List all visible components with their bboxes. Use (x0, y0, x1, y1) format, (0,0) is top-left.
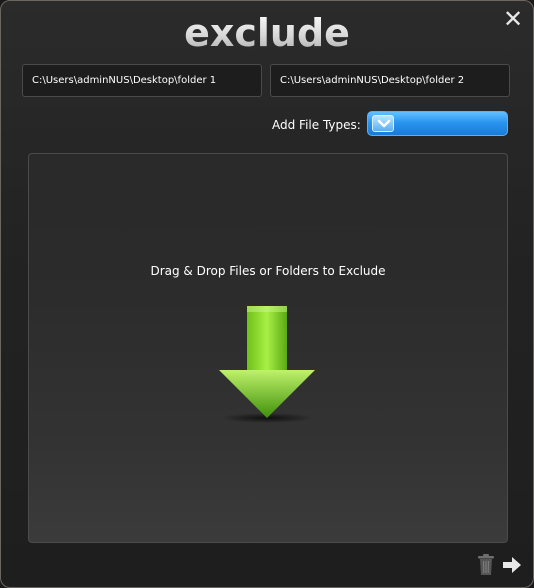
down-arrow-icon (217, 306, 317, 430)
app-title: exclude (1, 11, 533, 55)
arrow-right-icon (503, 557, 521, 573)
trash-icon (478, 554, 494, 575)
trash-button[interactable] (477, 554, 495, 580)
source-folder-path[interactable]: C:\Users\adminNUS\Desktop\folder 1 (22, 64, 262, 97)
close-icon: ✕ (502, 5, 524, 33)
chevron-down-icon (372, 115, 394, 132)
file-types-dropdown[interactable] (367, 111, 508, 136)
add-file-types-label: Add File Types: (272, 118, 361, 132)
target-folder-path[interactable]: C:\Users\adminNUS\Desktop\folder 2 (270, 64, 510, 97)
next-button[interactable] (501, 554, 523, 580)
close-button[interactable]: ✕ (501, 7, 525, 31)
drop-zone[interactable]: Drag & Drop Files or Folders to Exclude (28, 153, 508, 543)
drop-instructions: Drag & Drop Files or Folders to Exclude (150, 264, 386, 278)
exclude-window: exclude ✕ C:\Users\adminNUS\Desktop\fold… (0, 0, 534, 588)
